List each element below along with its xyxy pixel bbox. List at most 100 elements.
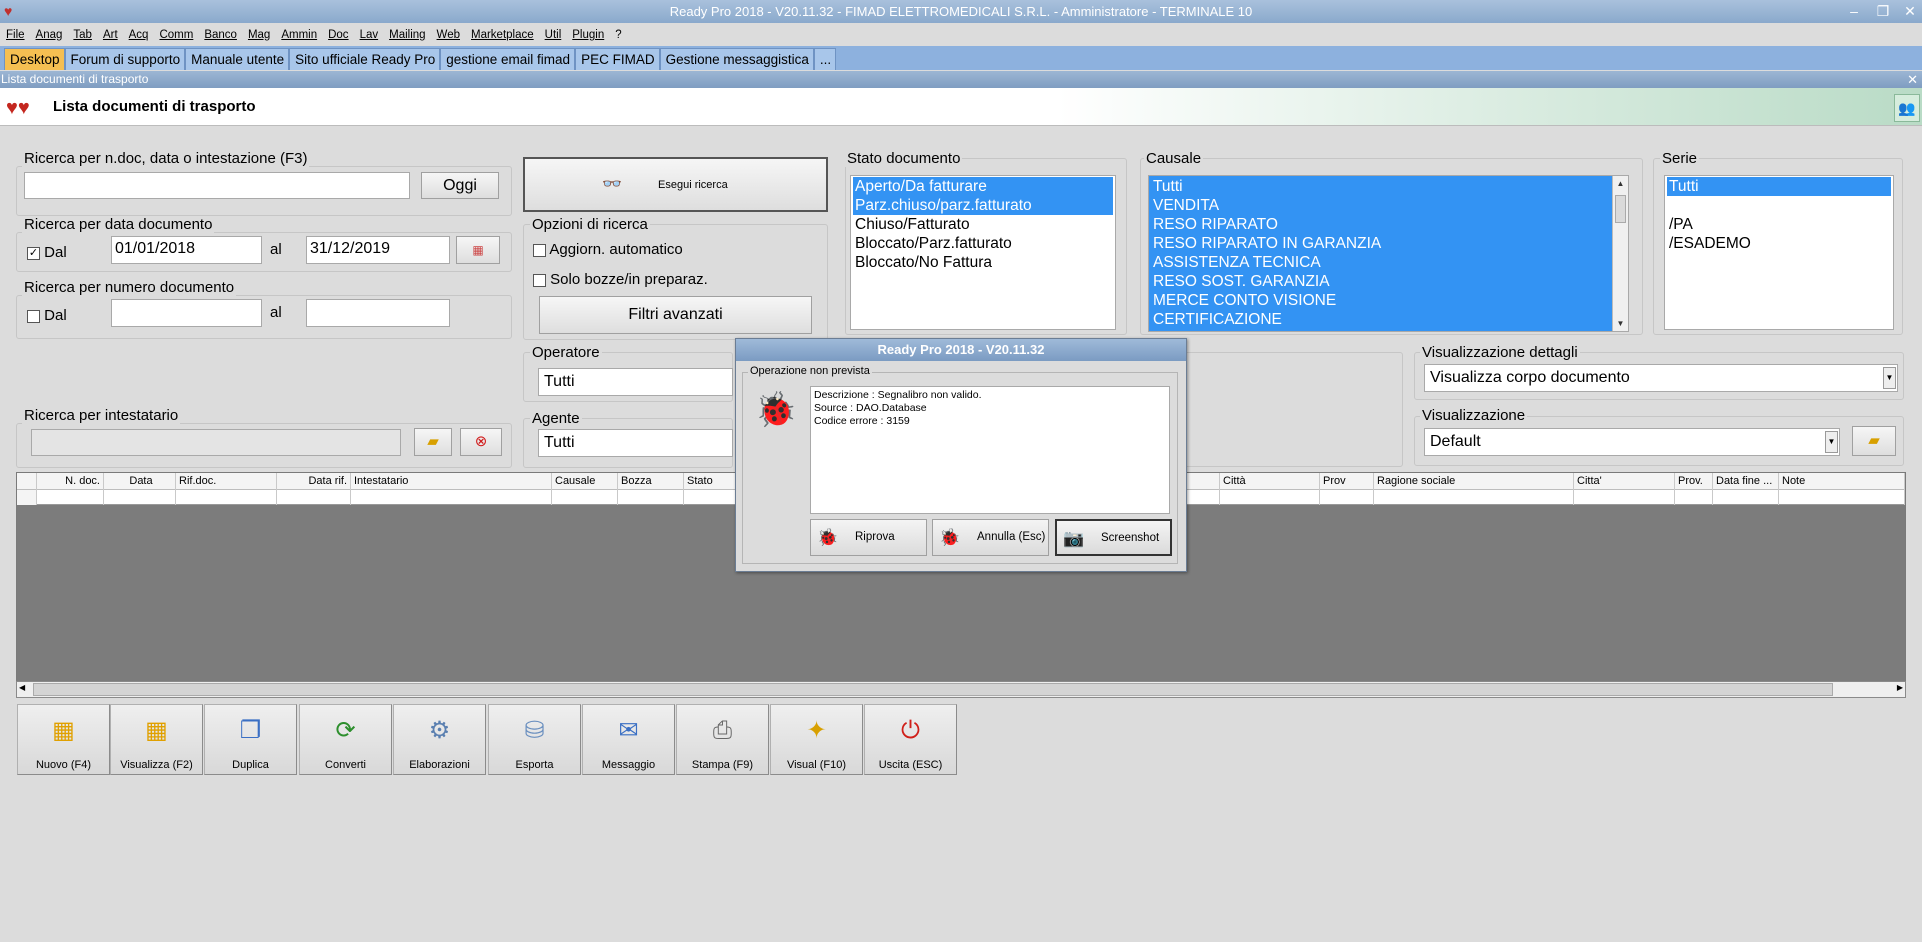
tab-forum[interactable]: Forum di supporto	[64, 48, 186, 70]
tab-desktop[interactable]: Desktop	[4, 48, 65, 70]
grid-column-header[interactable]: Rif.doc.	[176, 473, 277, 490]
serie-item[interactable]: Tutti	[1667, 177, 1891, 196]
menu-anag[interactable]: Anag	[30, 25, 68, 45]
date-from-input[interactable]: 01/01/2018	[111, 236, 262, 264]
error-text-box[interactable]: Descrizione : Segnalibro non valido. Sou…	[810, 386, 1170, 514]
menu-web[interactable]: Web	[431, 25, 465, 45]
causale-item[interactable]: CERTIFICAZIONE	[1151, 310, 1626, 329]
grid-column-header[interactable]: Citta'	[1574, 473, 1675, 490]
menu-mag[interactable]: Mag	[242, 25, 275, 45]
menu-util[interactable]: Util	[539, 25, 567, 45]
horizontal-scrollbar[interactable]: ◀ ▶	[16, 681, 1906, 698]
menu-help[interactable]: ?	[609, 25, 626, 45]
esegui-ricerca-button[interactable]: 👓 Esegui ricerca	[523, 157, 828, 212]
serie-listbox[interactable]: Tutti /PA /ESADEMO	[1664, 175, 1894, 330]
tab-email[interactable]: gestione email fimad	[440, 48, 576, 70]
uscita-button[interactable]: ⏻ Uscita (ESC)	[864, 704, 957, 775]
causale-item[interactable]: RESO SOST. GARANZIA	[1151, 272, 1626, 291]
folder-icon[interactable]: ▰	[1852, 426, 1896, 456]
tab-manuale[interactable]: Manuale utente	[185, 48, 290, 70]
nuovo-button[interactable]: ▦ Nuovo (F4)	[17, 704, 110, 775]
oggi-button[interactable]: Oggi	[421, 172, 499, 199]
grid-column-header[interactable]	[17, 473, 37, 490]
causale-scrollbar[interactable]: ▲ ▼	[1612, 176, 1628, 331]
grid-column-header[interactable]: Causale	[552, 473, 618, 490]
causale-item[interactable]: RESO RIPARATO IN GARANZIA	[1151, 234, 1626, 253]
menu-doc[interactable]: Doc	[322, 25, 353, 45]
number-from-input[interactable]	[111, 299, 262, 327]
causale-item[interactable]: ASSISTENZA TECNICA	[1151, 253, 1626, 272]
grid-column-header[interactable]: Data rif.	[277, 473, 351, 490]
search-text-input[interactable]	[24, 172, 410, 199]
screenshot-button[interactable]: 📷 Screenshot	[1055, 519, 1172, 556]
app-strawberry-icon[interactable]: ♥	[4, 3, 20, 19]
bozze-checkbox[interactable]: Solo bozze/in preparaz.	[533, 271, 708, 288]
clear-icon[interactable]: ⊗	[460, 428, 502, 456]
intestatario-input[interactable]	[31, 429, 401, 456]
grid-column-header[interactable]: Città	[1220, 473, 1320, 490]
stato-listbox[interactable]: Aperto/Da fatturare Parz.chiuso/parz.fat…	[850, 175, 1116, 330]
menu-acq[interactable]: Acq	[123, 25, 154, 45]
grid-column-header[interactable]: Ragione sociale	[1374, 473, 1574, 490]
menu-file[interactable]: File	[0, 25, 30, 45]
scroll-right-icon[interactable]: ▶	[1897, 683, 1903, 692]
serie-item[interactable]: /PA	[1667, 215, 1891, 234]
scroll-down-icon[interactable]: ▼	[1613, 316, 1628, 331]
causale-item[interactable]: Tutti	[1151, 177, 1626, 196]
scroll-thumb[interactable]	[1615, 195, 1626, 223]
visualizzazione-select[interactable]: Default ▼	[1424, 428, 1840, 456]
causale-item[interactable]: MERCE CONTO VISIONE	[1151, 291, 1626, 310]
vis-dettagli-select[interactable]: Visualizza corpo documento ▼	[1424, 364, 1898, 392]
annulla-button[interactable]: 🐞 Annulla (Esc)	[932, 519, 1049, 556]
aggiorn-checkbox[interactable]: Aggiorn. automatico	[533, 241, 683, 258]
date-dal-checkbox[interactable]: ✓ Dal	[27, 244, 67, 261]
grid-column-header[interactable]: Data fine ...	[1713, 473, 1779, 490]
serie-item[interactable]	[1667, 196, 1891, 215]
folder-icon[interactable]: ▰	[414, 428, 452, 456]
users-icon[interactable]: 👥	[1894, 94, 1920, 122]
stato-item[interactable]: Bloccato/Parz.fatturato	[853, 234, 1113, 253]
restore-button[interactable]: ❐	[1872, 1, 1894, 21]
subwindow-close-button[interactable]: ✕	[1907, 71, 1918, 88]
minimize-button[interactable]: –	[1843, 1, 1865, 21]
messaggio-button[interactable]: ✉ Messaggio	[582, 704, 675, 775]
tab-pec[interactable]: PEC FIMAD	[575, 48, 660, 70]
converti-button[interactable]: ⟳ Converti	[299, 704, 392, 775]
filtri-avanzati-button[interactable]: Filtri avanzati	[539, 296, 812, 334]
menu-art[interactable]: Art	[97, 25, 123, 45]
dropdown-arrow-icon[interactable]: ▼	[1883, 367, 1896, 389]
menu-mailing[interactable]: Mailing	[383, 25, 430, 45]
scroll-left-icon[interactable]: ◀	[19, 683, 25, 692]
stato-item[interactable]: Parz.chiuso/parz.fatturato	[853, 196, 1113, 215]
grid-column-header[interactable]: N. doc.	[37, 473, 104, 490]
stampa-button[interactable]: ⎙ Stampa (F9)	[676, 704, 769, 775]
elaborazioni-button[interactable]: ⚙ Elaborazioni	[393, 704, 486, 775]
causale-item[interactable]: VENDITA	[1151, 196, 1626, 215]
stato-item[interactable]: Chiuso/Fatturato	[853, 215, 1113, 234]
grid-column-header[interactable]: Stato	[684, 473, 739, 490]
operatore-select[interactable]: Tutti	[538, 368, 733, 396]
menu-ammin[interactable]: Ammin	[275, 25, 322, 45]
riprova-button[interactable]: 🐞 Riprova	[810, 519, 927, 556]
esporta-button[interactable]: ⛁ Esporta	[488, 704, 581, 775]
stato-item[interactable]: Aperto/Da fatturare	[853, 177, 1113, 196]
serie-item[interactable]: /ESADEMO	[1667, 234, 1891, 253]
date-to-input[interactable]: 31/12/2019	[306, 236, 450, 264]
dropdown-arrow-icon[interactable]: ▼	[1825, 431, 1838, 453]
menu-plugin[interactable]: Plugin	[566, 25, 609, 45]
causale-item[interactable]: RESO RIPARATO	[1151, 215, 1626, 234]
causale-listbox[interactable]: Tutti VENDITA RESO RIPARATO RESO RIPARAT…	[1148, 175, 1629, 332]
stato-item[interactable]: Bloccato/No Fattura	[853, 253, 1113, 272]
visualizza-button[interactable]: ▦ Visualizza (F2)	[110, 704, 203, 775]
tab-sito[interactable]: Sito ufficiale Ready Pro	[289, 48, 441, 70]
scroll-up-icon[interactable]: ▲	[1613, 176, 1628, 191]
close-window-button[interactable]: ✕	[1899, 1, 1921, 21]
grid-column-header[interactable]: Data	[104, 473, 176, 490]
number-to-input[interactable]	[306, 299, 450, 327]
menu-lav[interactable]: Lav	[354, 25, 384, 45]
menu-tab[interactable]: Tab	[67, 25, 97, 45]
menu-banco[interactable]: Banco	[198, 25, 242, 45]
calendar-icon[interactable]: ▦	[456, 236, 500, 264]
visual-button[interactable]: ✦ Visual (F10)	[770, 704, 863, 775]
menu-marketplace[interactable]: Marketplace	[465, 25, 539, 45]
